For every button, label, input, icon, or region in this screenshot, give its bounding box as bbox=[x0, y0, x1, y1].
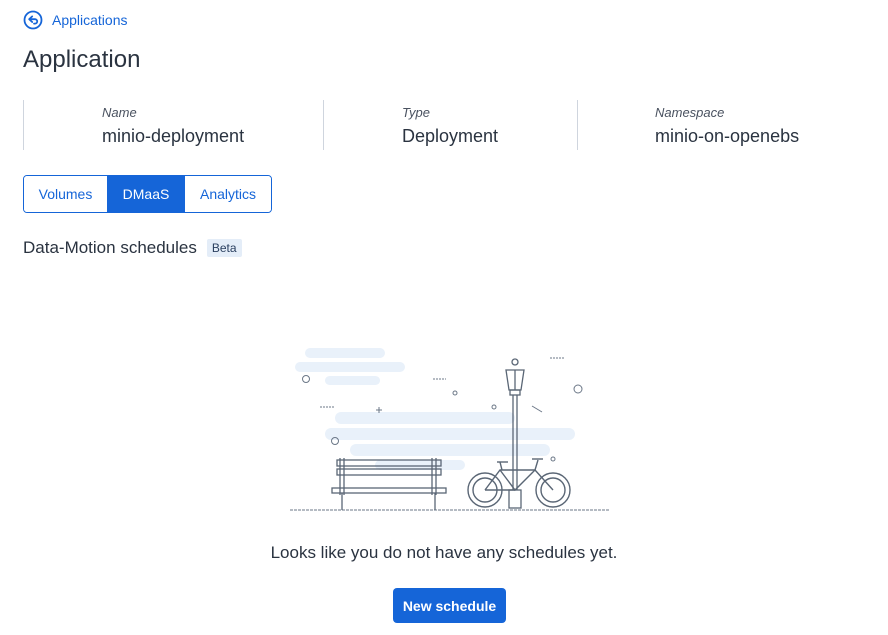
application-info-panel: Name minio-deployment Type Deployment Na… bbox=[0, 100, 888, 150]
type-value: Deployment bbox=[402, 126, 499, 146]
section-title: Data-Motion schedules bbox=[23, 238, 197, 257]
type-field: Type Deployment bbox=[402, 105, 498, 147]
divider bbox=[23, 100, 24, 150]
divider bbox=[323, 100, 324, 150]
tab-bar: Volumes DMaaS Analytics bbox=[23, 175, 272, 213]
schedules-section-header: Data-Motion schedules Beta bbox=[23, 238, 242, 258]
beta-badge: Beta bbox=[206, 239, 242, 257]
name-label: Name bbox=[102, 105, 137, 120]
new-schedule-button[interactable]: New schedule bbox=[393, 588, 506, 623]
name-value: minio-deployment bbox=[102, 126, 245, 146]
tab-dmaas[interactable]: DMaaS bbox=[107, 176, 184, 212]
empty-state-message: Looks like you do not have any schedules… bbox=[270, 543, 618, 562]
tab-analytics[interactable]: Analytics bbox=[184, 176, 271, 212]
back-link-label: Applications bbox=[52, 12, 128, 28]
namespace-field: Namespace minio-on-openebs bbox=[655, 105, 799, 147]
namespace-value: minio-on-openebs bbox=[655, 126, 800, 146]
tab-volumes[interactable]: Volumes bbox=[24, 176, 107, 212]
type-label: Type bbox=[402, 105, 430, 120]
park-bench-bicycle-illustration bbox=[280, 340, 620, 525]
namespace-label: Namespace bbox=[655, 105, 725, 120]
back-arrow-icon bbox=[23, 10, 43, 30]
page-title: Application bbox=[23, 46, 141, 73]
divider bbox=[577, 100, 578, 150]
back-to-applications-link[interactable]: Applications bbox=[23, 10, 128, 30]
name-field: Name minio-deployment bbox=[102, 105, 244, 147]
